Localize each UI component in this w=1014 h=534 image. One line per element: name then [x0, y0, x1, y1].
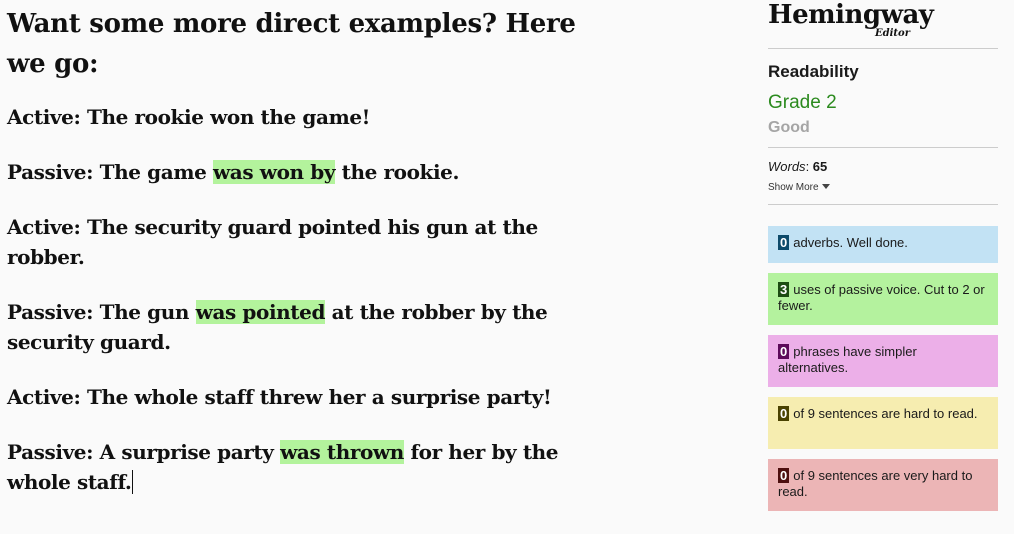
very-hard-sentences-count: 0: [778, 468, 790, 483]
passive-voice-text: uses of passive voice. Cut to 2 or fewer…: [778, 282, 985, 313]
logo-subtitle: Editor: [875, 28, 910, 39]
editor-paragraph: Active: The rookie won the game!: [7, 102, 597, 132]
word-count: Words: 65: [768, 159, 998, 174]
divider: [768, 204, 998, 205]
text-editor[interactable]: Want some more direct examples? Here we …: [7, 4, 597, 497]
grade-level: Grade 2: [768, 92, 837, 113]
editor-paragraph: Passive: A surprise party was thrown for…: [7, 437, 597, 497]
divider: [768, 147, 998, 148]
word-count-value: 65: [812, 159, 828, 174]
simpler-alternatives-card: 0 phrases have simpler alternatives.: [768, 335, 998, 387]
readability-rating: Good: [768, 119, 810, 136]
adverbs-text: adverbs. Well done.: [793, 235, 908, 250]
chevron-down-icon: [821, 184, 830, 189]
word-count-label: Words: [768, 159, 806, 174]
editor-paragraph: Active: The security guard pointed his g…: [7, 212, 597, 272]
paragraph-text: Active: The whole staff threw her a surp…: [7, 385, 552, 409]
very-hard-sentences-text: of 9 sentences are very hard to read.: [778, 468, 973, 499]
hard-sentences-card: 0 of 9 sentences are hard to read.: [768, 397, 998, 449]
passive-voice-highlight: was won by: [212, 160, 336, 184]
editor-paragraph: Passive: The game was won by the rookie.: [7, 157, 597, 187]
hard-sentences-count: 0: [778, 406, 790, 421]
editor-paragraph: Passive: The gun was pointed at the robb…: [7, 297, 597, 357]
passive-voice-highlight: was pointed: [195, 300, 326, 324]
paragraph-text: the rookie.: [335, 160, 460, 184]
passive-voice-count: 3: [778, 282, 790, 297]
paragraph-text: Active: The security guard pointed his g…: [7, 215, 538, 269]
passive-voice-card: 3 uses of passive voice. Cut to 2 or fewe…: [768, 273, 998, 325]
paragraph-text: Passive: The gun: [7, 300, 196, 324]
hemingway-logo: Hemingway Editor: [768, 0, 998, 48]
simpler-alternatives-text: phrases have simpler alternatives.: [778, 344, 917, 375]
sidebar: Hemingway Editor Readability Grade 2 Goo…: [768, 0, 998, 511]
word-count-separator: :: [805, 159, 813, 174]
text-cursor: [131, 470, 133, 494]
simpler-alternatives-count: 0: [778, 344, 790, 359]
show-more-label: Show More: [768, 182, 819, 193]
hard-sentences-text: of 9 sentences are hard to read.: [793, 406, 978, 421]
paragraph-text: Passive: The game: [7, 160, 213, 184]
logo-title: Hemingway: [768, 0, 934, 30]
editor-paragraph: Active: The whole staff threw her a surp…: [7, 382, 597, 412]
very-hard-sentences-card: 0 of 9 sentences are very hard to read.: [768, 459, 998, 511]
passive-voice-highlight: was thrown: [280, 440, 404, 464]
show-more-button[interactable]: Show More: [768, 182, 998, 193]
adverbs-card: 0 adverbs. Well done.: [768, 226, 998, 263]
paragraph-text: Passive: A surprise party: [7, 440, 281, 464]
readability-label: Readability: [768, 62, 859, 81]
paragraph-text: Active: The rookie won the game!: [7, 105, 371, 129]
editor-heading: Want some more direct examples? Here we …: [7, 9, 576, 79]
adverbs-count: 0: [778, 235, 790, 250]
divider: [768, 48, 998, 49]
